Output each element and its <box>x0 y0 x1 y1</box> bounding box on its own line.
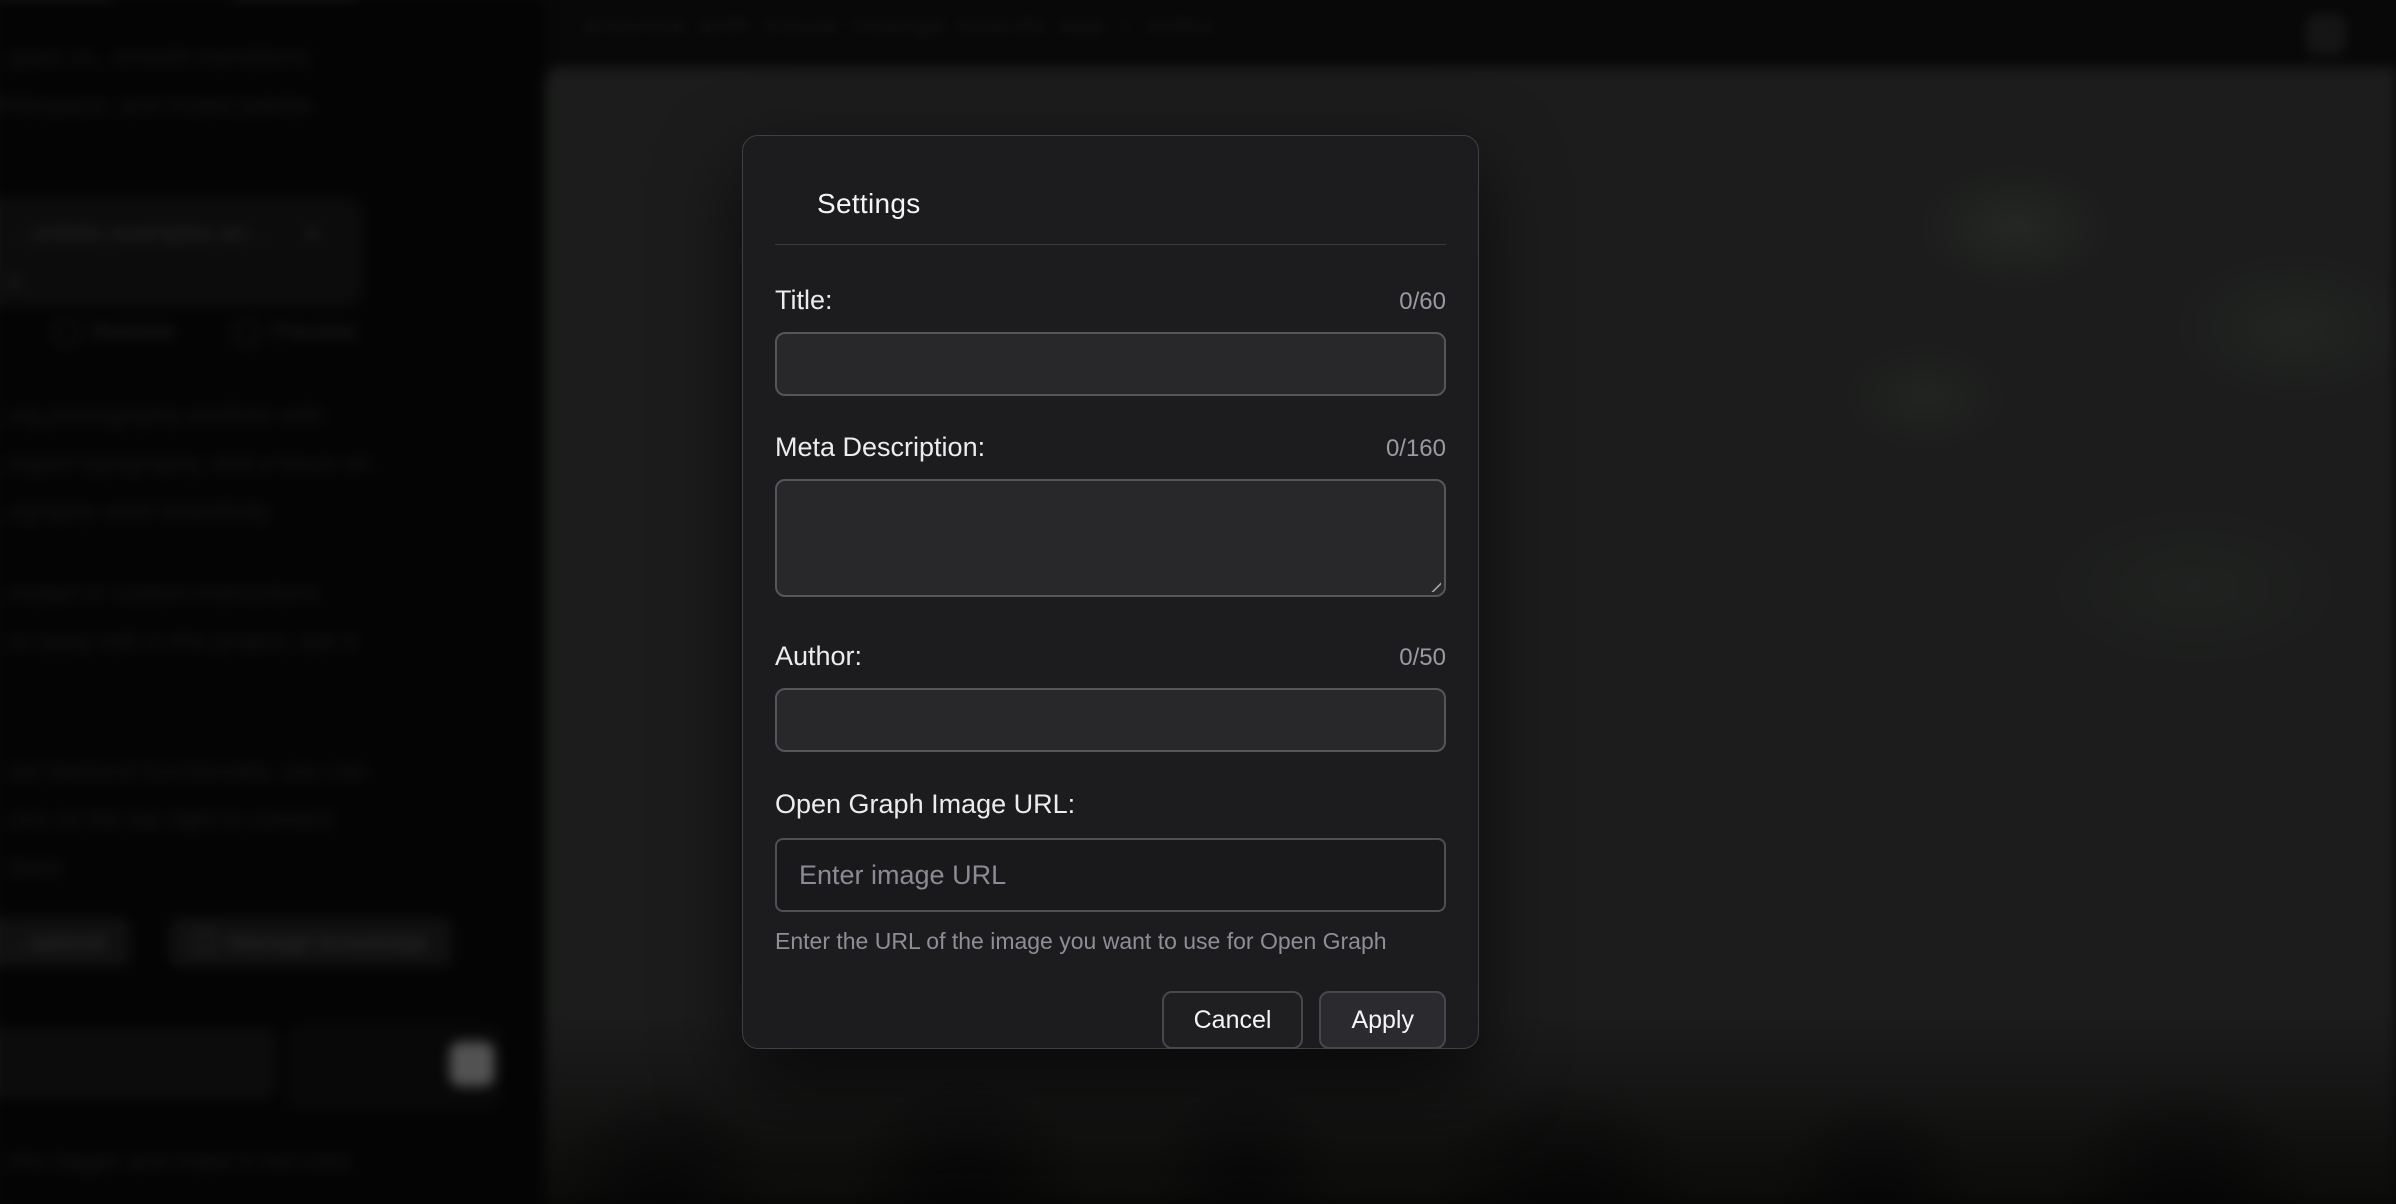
chat-sidebar: …ques vs., smooth transitions, whitespac… <box>0 0 545 1204</box>
apply-button[interactable]: Apply <box>1319 991 1446 1049</box>
chat-message-line: …ing photography portfolio with <box>0 402 324 430</box>
meta-description-char-counter: 0/160 <box>1386 435 1446 463</box>
chat-edit-card-sub: g <box>8 266 20 292</box>
chat-message-line: …restart or custom instructions <box>0 580 318 608</box>
sidebar-button-row: …opbook Manage knowledge <box>0 918 452 966</box>
chat-message-line: …base <box>0 854 62 882</box>
chat-edit-card: …ortfolio examples an… × g <box>0 198 362 306</box>
preview-button: Preview <box>235 318 356 346</box>
settings-modal: Settings Title: 0/60 Meta Description: 0… <box>742 135 1479 1049</box>
chat-message-line: whitespace, and muted palette. <box>0 92 318 120</box>
title-input[interactable] <box>775 332 1446 396</box>
chat-input <box>0 1028 276 1098</box>
author-input[interactable] <box>775 688 1446 752</box>
chat-hint-line: …this bigger and make it red color <box>0 1148 352 1176</box>
cancel-button[interactable]: Cancel <box>1162 991 1304 1049</box>
preview-icon <box>235 320 259 344</box>
title-char-counter: 0/60 <box>1399 288 1446 316</box>
restore-button: Restore <box>55 318 175 346</box>
chat-message-line: …ography work beautifully <box>0 498 269 526</box>
og-image-url-input[interactable] <box>775 838 1446 912</box>
meta-description-field-label: Meta Description: <box>775 432 985 463</box>
topbar-settings-icon <box>2306 14 2346 54</box>
title-field-label: Title: <box>775 285 833 316</box>
chat-edit-card-title: …ortfolio examples an… <box>8 220 271 248</box>
chat-message-line: …ques vs., smooth transitions, <box>0 44 314 72</box>
og-image-url-field-label: Open Graph Image URL: <box>775 789 1075 820</box>
close-icon: × <box>305 218 320 249</box>
meta-description-textarea[interactable] <box>775 479 1446 597</box>
author-char-counter: 0/50 <box>1399 644 1446 672</box>
knowledge-icon <box>194 931 216 953</box>
divider <box>775 244 1446 245</box>
chat-message-line: …legant typography, and a focus on <box>0 450 370 478</box>
restore-icon <box>55 320 79 344</box>
manage-knowledge-button: Manage knowledge <box>170 918 451 966</box>
og-image-url-helper-text: Enter the URL of the image you want to u… <box>775 928 1446 955</box>
message-action-row: Restore Preview <box>55 318 356 346</box>
chat-message-line: …ons on the top right to connect <box>0 806 333 834</box>
chat-message-line: …to away edit in this project, ask it <box>0 628 356 656</box>
send-icon <box>450 1042 494 1086</box>
topbar-breadcrumb: preview with visual change boards app + … <box>585 12 1217 40</box>
modal-title: Settings <box>775 136 1446 220</box>
author-field-label: Author: <box>775 641 862 672</box>
chat-message-line: …ise backend functionality, you can <box>0 758 367 786</box>
playbook-button: …opbook <box>0 918 130 966</box>
